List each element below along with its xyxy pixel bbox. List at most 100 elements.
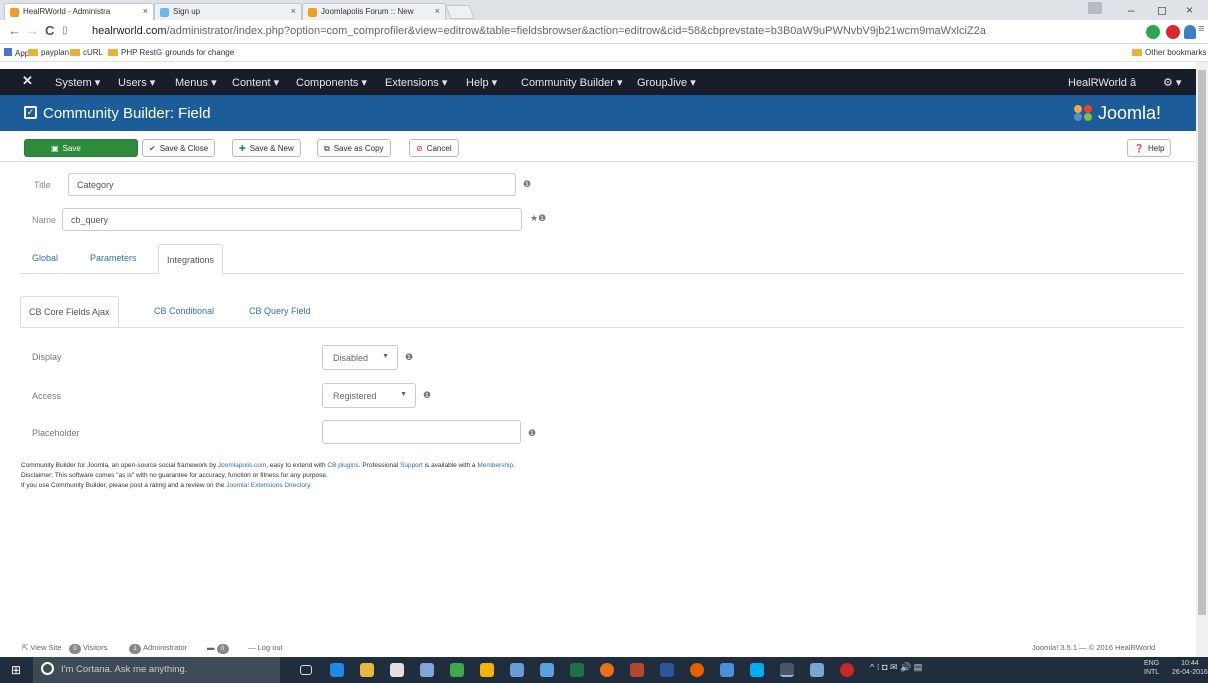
name-input[interactable]: cb_query — [62, 208, 522, 231]
excel-icon[interactable] — [570, 663, 584, 677]
edge-icon[interactable] — [330, 663, 344, 677]
title-info-icon[interactable]: ❶ — [523, 179, 531, 190]
display-info-icon[interactable]: ❶ — [405, 352, 413, 363]
joomlapolis-link[interactable]: Joomlapolis.com — [218, 462, 266, 469]
access-info-icon[interactable]: ❶ — [423, 390, 431, 401]
placeholder-input[interactable] — [322, 420, 521, 444]
browser-tab-admin[interactable]: HealRWorld - Administra × — [4, 3, 154, 20]
menu-help[interactable]: Help ▾ — [466, 76, 497, 89]
menu-content[interactable]: Content ▾ — [232, 76, 279, 89]
tab-global[interactable]: Global — [32, 253, 58, 263]
menu-groupjive[interactable]: GroupJive ▾ — [637, 76, 696, 89]
menu-components[interactable]: Components ▾ — [296, 76, 367, 89]
tab-integrations[interactable]: Integrations — [158, 244, 224, 275]
joomla-x-icon[interactable]: ✕ — [22, 73, 33, 89]
app-icon[interactable] — [810, 663, 824, 677]
minimize-icon[interactable]: – — [1128, 3, 1135, 17]
browser-tab-signup[interactable]: Sign up × — [154, 3, 302, 20]
menu-system[interactable]: System ▾ — [55, 76, 100, 89]
tab-parameters[interactable]: Parameters — [90, 253, 137, 263]
notification-app-icon[interactable] — [840, 663, 854, 677]
task-view-icon[interactable] — [300, 665, 312, 675]
save-button[interactable]: ▣ Save — [24, 139, 138, 157]
check-icon: ✔ — [149, 144, 156, 153]
language-indicator[interactable]: ENG INTL — [1144, 659, 1159, 677]
user-menu[interactable]: HealRWorld â — [1068, 76, 1148, 90]
chrome-menu-icon[interactable]: ≡ — [1198, 23, 1204, 35]
visitors-count-badge: 0 — [69, 644, 81, 654]
cb-plugins-link[interactable]: CB plugins — [327, 462, 358, 469]
close-tab-icon[interactable]: × — [435, 6, 440, 16]
jed-link[interactable]: Joomla! Extensions Directory — [226, 482, 310, 489]
cloud-extension-icon[interactable] — [1184, 25, 1196, 39]
back-arrow-icon[interactable]: ← — [8, 23, 21, 38]
word-icon[interactable] — [660, 663, 674, 677]
bookmark-grounds[interactable]: Ggrounds for change — [156, 48, 234, 57]
visitors-indicator: 0 Visitors — [67, 643, 107, 654]
new-tab-button[interactable] — [445, 5, 475, 19]
integration-subtabs: CB Core Fields Ajax CB Conditional CB Qu… — [20, 296, 1184, 328]
access-select[interactable]: Registered ▼ — [322, 383, 416, 408]
url-input[interactable]: healrworld.com/administrator/index.php?o… — [78, 22, 1058, 41]
chrome-icon[interactable] — [780, 663, 794, 677]
reload-icon[interactable]: C — [45, 23, 54, 38]
save-close-button[interactable]: ✔ Save & Close — [142, 139, 216, 157]
app-icon[interactable] — [510, 663, 524, 677]
messages-indicator[interactable]: ▬ 0 — [207, 643, 231, 654]
app-icon[interactable] — [480, 663, 494, 677]
cancel-button[interactable]: ⊘ Cancel — [409, 139, 459, 157]
title-value: Category — [77, 180, 114, 190]
scrollbar-thumb[interactable] — [1198, 70, 1206, 615]
close-tab-icon[interactable]: × — [291, 6, 296, 16]
close-tab-icon[interactable]: × — [143, 6, 148, 16]
store-icon[interactable] — [390, 663, 404, 677]
profile-icon[interactable] — [1088, 2, 1102, 14]
save-new-button[interactable]: ✚ Save & New — [232, 139, 301, 157]
view-site-link[interactable]: ⇱ View Site — [22, 643, 62, 652]
browser-tab-forum[interactable]: Joomlapolis Forum :: New × — [302, 3, 446, 20]
support-link[interactable]: Support — [400, 462, 423, 469]
tab-cb-core-fields-ajax[interactable]: CB Core Fields Ajax — [20, 296, 119, 327]
menu-extensions[interactable]: Extensions ▾ — [385, 76, 447, 89]
clock[interactable]: 10:44 26-04-2016 — [1172, 659, 1208, 677]
app-icon[interactable] — [420, 663, 434, 677]
maximize-icon[interactable]: ◻ — [1157, 3, 1167, 17]
chrome-canary-icon[interactable] — [600, 663, 614, 677]
forward-arrow-icon[interactable]: → — [26, 23, 39, 38]
bookmark-curl[interactable]: cURL — [70, 48, 103, 57]
close-window-icon[interactable]: × — [1186, 3, 1193, 17]
display-select[interactable]: Disabled ▼ — [322, 345, 398, 370]
name-value: cb_query — [71, 215, 109, 225]
menu-community-builder[interactable]: Community Builder ▾ — [521, 76, 623, 89]
adblock-icon[interactable] — [1166, 25, 1180, 39]
powerpoint-icon[interactable] — [630, 663, 644, 677]
save-copy-button[interactable]: ⧉ Save as Copy — [317, 139, 391, 157]
other-bookmarks[interactable]: Other bookmarks — [1132, 48, 1206, 57]
required-star-icon: ★❶ — [530, 213, 547, 223]
title-input[interactable]: Category — [68, 173, 516, 196]
settings-gear-icon[interactable]: ⚙ ▾ — [1163, 76, 1181, 89]
checkbox-icon: ✓ — [24, 106, 37, 119]
extension-green-icon[interactable] — [1146, 25, 1160, 39]
menu-menus[interactable]: Menus ▾ — [175, 76, 217, 89]
menu-users[interactable]: Users ▾ — [118, 76, 155, 89]
skype-icon[interactable] — [750, 663, 764, 677]
cortana-search-box[interactable]: I'm Cortana. Ask me anything. — [33, 657, 280, 683]
bookmark-payplan[interactable]: payplan — [28, 48, 69, 57]
tab-cb-conditional[interactable]: CB Conditional — [154, 306, 214, 316]
firefox-icon[interactable] — [690, 663, 704, 677]
system-tray-icons[interactable]: ^ ⁝ ◘ ✉ 🔊 ▤ — [870, 662, 922, 673]
logout-link[interactable]: — Log out — [248, 643, 283, 652]
membership-link[interactable]: Membership — [477, 462, 513, 469]
tab-cb-query-field[interactable]: CB Query Field — [249, 306, 311, 316]
network-icon[interactable] — [540, 663, 554, 677]
help-button[interactable]: ❓ Help — [1127, 139, 1172, 157]
file-explorer-icon[interactable] — [360, 663, 374, 677]
windows-start-icon[interactable]: ⊞ — [11, 663, 21, 677]
page-info-icon[interactable]: ▯ — [62, 25, 68, 36]
bookmark-php-rest[interactable]: PHP Rest — [108, 48, 156, 57]
app-icon[interactable] — [450, 663, 464, 677]
admin-top-menu: ✕ System ▾ Users ▾ Menus ▾ Content ▾ Com… — [0, 69, 1196, 95]
app-icon[interactable] — [720, 663, 734, 677]
placeholder-info-icon[interactable]: ❶ — [528, 428, 536, 439]
